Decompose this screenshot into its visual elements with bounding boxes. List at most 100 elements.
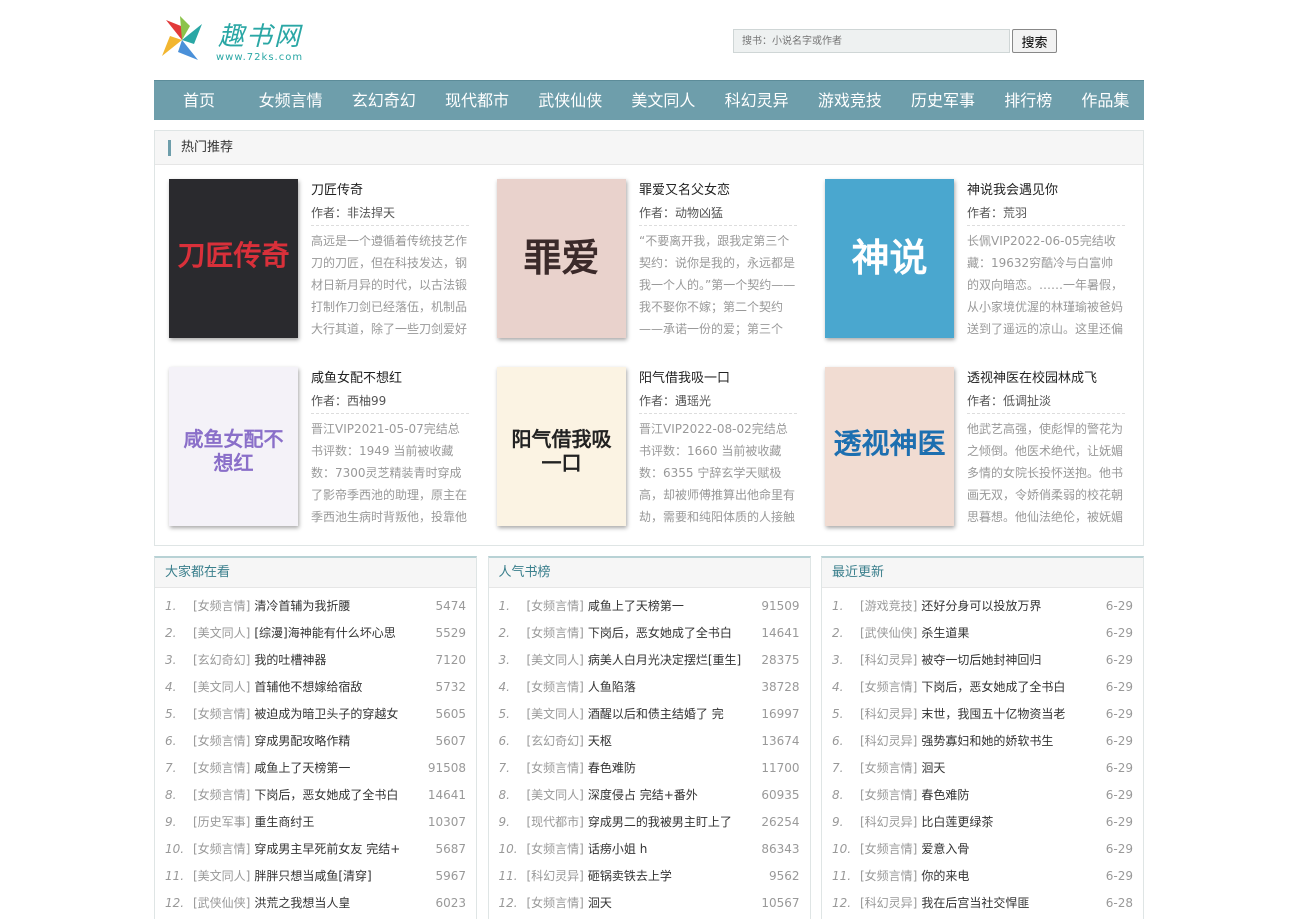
search-input[interactable] [733,29,1010,53]
item-title[interactable]: 我的吐槽神器 [254,647,416,674]
book-title[interactable]: 神说我会遇见你 [967,181,1125,201]
category-label[interactable]: [现代都市] [527,809,584,836]
item-title[interactable]: 你的来电 [921,863,1083,890]
item-title[interactable]: 穿成男主早死前女友 完结+ [254,836,416,863]
list-item[interactable]: 12. [女频言情] 洄天 10567 [499,890,800,917]
nav-item-home[interactable]: 首页 [154,81,244,120]
category-label[interactable]: [女频言情] [860,863,917,890]
category-label[interactable]: [历史军事] [193,809,250,836]
list-item[interactable]: 10. [女频言情] 话痨小姐 h 86343 [499,836,800,863]
item-title[interactable]: 话痨小姐 h [588,836,750,863]
list-item[interactable]: 4. [女频言情] 下岗后，恶女她成了全书白 6-29 [832,674,1133,701]
item-title[interactable]: 清冷首辅为我折腰 [254,593,416,620]
list-item[interactable]: 8. [美文同人] 深度侵占 完结+番外 60935 [499,782,800,809]
item-title[interactable]: 我在后宫当社交悍匪 [921,890,1083,917]
item-title[interactable]: 重生商纣王 [254,809,416,836]
category-label[interactable]: [美文同人] [527,782,584,809]
item-title[interactable]: 末世，我囤五十亿物资当老 [921,701,1083,728]
category-label[interactable]: [武侠仙侠] [860,620,917,647]
category-label[interactable]: [美文同人] [193,674,250,701]
list-item[interactable]: 4. [女频言情] 人鱼陷落 38728 [499,674,800,701]
item-title[interactable]: 穿成男二的我被男主盯上了 [588,809,750,836]
category-label[interactable]: [女频言情] [193,755,250,782]
category-label[interactable]: [女频言情] [193,701,250,728]
book-card[interactable]: 透视神医 透视神医在校园林成飞 作者：低调扯淡 他武艺高强，使彪悍的警花为之倾倒。他医… [825,367,1137,527]
book-cover[interactable]: 罪爱 [497,179,626,338]
item-title[interactable]: 洄天 [588,890,750,917]
category-label[interactable]: [女频言情] [860,782,917,809]
category-label[interactable]: [美文同人] [527,647,584,674]
book-title[interactable]: 透视神医在校园林成飞 [967,369,1125,389]
list-item[interactable]: 10. [女频言情] 穿成男主早死前女友 完结+ 5687 [165,836,466,863]
item-title[interactable]: 被迫成为暗卫头子的穿越女 [254,701,416,728]
book-card[interactable]: 刀匠传奇 刀匠传奇 作者：非法捍天 高远是一个遵循着传统技艺作刀的刀匠，但在科技发达，… [169,179,481,339]
list-item[interactable]: 5. [科幻灵异] 末世，我囤五十亿物资当老 6-29 [832,701,1133,728]
list-item[interactable]: 7. [女频言情] 春色难防 11700 [499,755,800,782]
nav-item-wuxia[interactable]: 武侠仙侠 [524,81,617,120]
list-item[interactable]: 12. [武侠仙侠] 洪荒之我想当人皇 6023 [165,890,466,917]
list-item[interactable]: 7. [女频言情] 咸鱼上了天榜第一 91508 [165,755,466,782]
item-title[interactable]: 还好分身可以投放万界 [921,593,1083,620]
list-item[interactable]: 8. [女频言情] 下岗后，恶女她成了全书白 14641 [165,782,466,809]
category-label[interactable]: [科幻灵异] [860,728,917,755]
list-item[interactable]: 2. [武侠仙侠] 杀生道果 6-29 [832,620,1133,647]
category-label[interactable]: [玄幻奇幻] [527,728,584,755]
book-cover[interactable]: 咸鱼女配不想红 [169,367,298,526]
book-cover[interactable]: 透视神医 [825,367,954,526]
list-item[interactable]: 3. [美文同人] 病美人白月光决定摆烂[重生] 28375 [499,647,800,674]
book-card[interactable]: 咸鱼女配不想红 咸鱼女配不想红 作者：西柚99 晋江VIP2021-05-07完结总书… [169,367,481,527]
list-item[interactable]: 8. [女频言情] 春色难防 6-29 [832,782,1133,809]
list-item[interactable]: 9. [现代都市] 穿成男二的我被男主盯上了 26254 [499,809,800,836]
category-label[interactable]: [女频言情] [860,836,917,863]
site-logo[interactable]: 趣书网 www.72ks.com [156,12,316,68]
nav-item-romance[interactable]: 女频言情 [244,81,337,120]
category-label[interactable]: [女频言情] [527,674,584,701]
category-label[interactable]: [科幻灵异] [860,890,917,917]
list-item[interactable]: 6. [玄幻奇幻] 天枢 13674 [499,728,800,755]
nav-item-fanfic[interactable]: 美文同人 [617,81,710,120]
book-cover[interactable]: 神说 [825,179,954,338]
book-cover[interactable]: 阳气借我吸一口 [497,367,626,526]
category-label[interactable]: [美文同人] [527,701,584,728]
nav-item-urban[interactable]: 现代都市 [430,81,523,120]
book-card[interactable]: 罪爱 罪爱又名父女恋 作者：动物凶猛 “不要离开我，跟我定第三个契约：说你是我的，永远… [497,179,809,339]
item-title[interactable]: 下岗后，恶女她成了全书白 [921,674,1083,701]
list-item[interactable]: 1. [游戏竞技] 还好分身可以投放万界 6-29 [832,593,1133,620]
book-cover[interactable]: 刀匠传奇 [169,179,298,338]
list-item[interactable]: 6. [科幻灵异] 强势寡妇和她的娇软书生 6-29 [832,728,1133,755]
list-item[interactable]: 1. [女频言情] 咸鱼上了天榜第一 91509 [499,593,800,620]
list-item[interactable]: 10. [女频言情] 爱意入骨 6-29 [832,836,1133,863]
category-label[interactable]: [女频言情] [193,593,250,620]
item-title[interactable]: 比白莲更绿茶 [921,809,1083,836]
list-item[interactable]: 11. [美文同人] 胖胖只想当咸鱼[清穿] 5967 [165,863,466,890]
category-label[interactable]: [女频言情] [860,755,917,782]
item-title[interactable]: 洄天 [921,755,1083,782]
item-title[interactable]: 杀生道果 [921,620,1083,647]
category-label[interactable]: [游戏竞技] [860,593,917,620]
book-title[interactable]: 罪爱又名父女恋 [639,181,797,201]
category-label[interactable]: [女频言情] [527,755,584,782]
item-title[interactable]: 被夺一切后她封神回归 [921,647,1083,674]
book-card[interactable]: 神说 神说我会遇见你 作者：荒羽 长佩VIP2022-06-05完结收藏：19632穷… [825,179,1137,339]
book-title[interactable]: 阳气借我吸一口 [639,369,797,389]
list-item[interactable]: 1. [女频言情] 清冷首辅为我折腰 5474 [165,593,466,620]
item-title[interactable]: 酒醒以后和债主结婚了 完 [588,701,750,728]
category-label[interactable]: [科幻灵异] [860,701,917,728]
item-title[interactable]: 穿成男配攻略作精 [254,728,416,755]
category-label[interactable]: [女频言情] [527,836,584,863]
book-card[interactable]: 阳气借我吸一口 阳气借我吸一口 作者：遇瑶光 晋江VIP2022-08-02完结总书评… [497,367,809,527]
list-item[interactable]: 2. [美文同人] [综漫]海神能有什么坏心思 5529 [165,620,466,647]
category-label[interactable]: [美文同人] [193,863,250,890]
list-item[interactable]: 5. [女频言情] 被迫成为暗卫头子的穿越女 5605 [165,701,466,728]
nav-item-games[interactable]: 游戏竞技 [803,81,896,120]
category-label[interactable]: [女频言情] [860,674,917,701]
list-item[interactable]: 2. [女频言情] 下岗后，恶女她成了全书白 14641 [499,620,800,647]
list-item[interactable]: 3. [科幻灵异] 被夺一切后她封神回归 6-29 [832,647,1133,674]
item-title[interactable]: 咸鱼上了天榜第一 [588,593,750,620]
list-item[interactable]: 12. [科幻灵异] 我在后宫当社交悍匪 6-28 [832,890,1133,917]
item-title[interactable]: 下岗后，恶女她成了全书白 [588,620,750,647]
book-title[interactable]: 咸鱼女配不想红 [311,369,469,389]
nav-item-history[interactable]: 历史军事 [896,81,989,120]
nav-item-fantasy[interactable]: 玄幻奇幻 [337,81,430,120]
category-label[interactable]: [科幻灵异] [527,863,584,890]
